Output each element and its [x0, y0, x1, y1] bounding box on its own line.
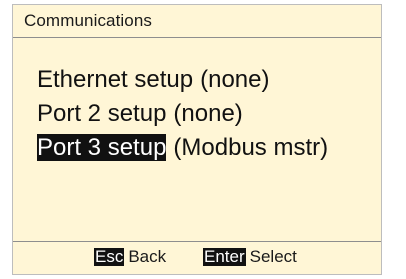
menu-item-port-3-setup[interactable]: Port 3 setup (Modbus mstr) [37, 131, 367, 165]
menu-item-value: (none) [173, 100, 243, 127]
esc-key-label: Back [128, 247, 167, 266]
title-bar: Communications [13, 5, 381, 38]
menu-item-name: Ethernet setup [37, 66, 194, 93]
menu-item-port-2-setup[interactable]: Port 2 setup (none) [37, 97, 367, 131]
menu-item-ethernet-setup[interactable]: Ethernet setup (none) [37, 63, 367, 97]
softkey-footer: Esc Back Enter Select [13, 241, 381, 274]
esc-back-softkey[interactable]: Esc Back [94, 247, 166, 267]
communications-menu: Ethernet setup (none) Port 2 setup (none) … [37, 63, 367, 165]
enter-key-badge: Enter [203, 247, 246, 266]
device-screen: Communications Ethernet setup (none) Port… [12, 4, 382, 275]
esc-key-badge: Esc [94, 247, 125, 266]
menu-item-name: Port 3 setup [37, 134, 167, 161]
menu-item-value: (none) [200, 66, 270, 93]
enter-key-label: Select [249, 247, 297, 266]
menu-item-value: (Modbus mstr) [173, 134, 329, 161]
screen-title: Communications [24, 11, 153, 30]
menu-item-name: Port 2 setup [37, 100, 167, 127]
enter-select-softkey[interactable]: Enter Select [203, 247, 297, 267]
